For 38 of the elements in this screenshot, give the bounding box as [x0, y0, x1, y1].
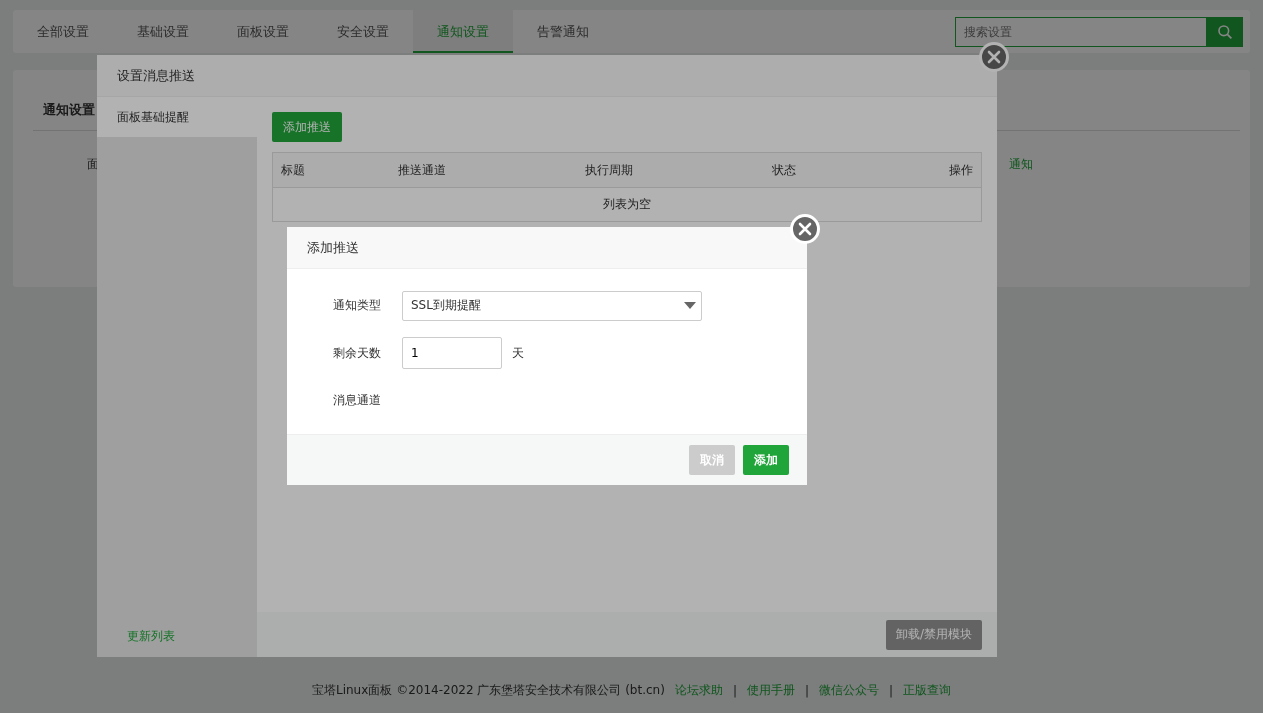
unit-label: 天 [512, 344, 524, 362]
refresh-link[interactable]: 更新列表 [97, 628, 257, 657]
footer-link[interactable]: 使用手册 [746, 682, 795, 699]
setting-link[interactable]: 通知 [1009, 156, 1033, 173]
add-push-button[interactable]: 添加推送 [272, 112, 342, 142]
settings-tab[interactable]: 面板设置 [213, 10, 313, 53]
disable-module-button[interactable]: 卸载/禁用模块 [885, 619, 982, 650]
copyright-text: 宝塔Linux面板 ©2014-2022 广东堡塔安全技术有限公司 (bt.cn) [312, 682, 665, 699]
column-header: 操作 [949, 161, 973, 179]
field-label: 剩余天数 [333, 344, 382, 362]
column-header: 标题 [281, 161, 306, 179]
days-input[interactable]: 1 [402, 337, 502, 369]
footer-link[interactable]: 正版查询 [903, 682, 951, 699]
search-field[interactable]: 搜索设置 [955, 16, 1206, 47]
separator: | [732, 683, 737, 698]
search-button[interactable] [1206, 16, 1243, 47]
settings-tab[interactable]: 通知设置 [413, 10, 513, 53]
column-header: 推送通道 [398, 161, 447, 179]
field-label: 消息通道 [333, 392, 382, 409]
settings-tab[interactable]: 安全设置 [313, 10, 413, 53]
column-header: 执行周期 [585, 161, 634, 179]
separator: | [804, 683, 809, 698]
caret-icon [684, 302, 696, 309]
column-header: 状态 [772, 161, 797, 179]
sidebar-item[interactable]: 面板基础提醒 [97, 97, 257, 137]
field-label: 通知类型 [333, 297, 382, 314]
settings-tab[interactable]: 全部设置 [13, 10, 113, 53]
search-icon [1216, 23, 1233, 40]
empty-message: 列表为空 [602, 196, 652, 213]
footer-link[interactable]: 论坛求助 [674, 682, 723, 699]
settings-tab[interactable]: 基础设置 [113, 10, 213, 53]
settings-tab[interactable]: 告警通知 [513, 10, 613, 53]
footer-link[interactable]: 微信公众号 [818, 682, 879, 699]
separator: | [888, 683, 893, 698]
add-button[interactable]: 添加 [743, 445, 789, 475]
dialog-title: 设置消息推送 [97, 55, 997, 97]
dialog-title: 添加推送 [287, 227, 807, 269]
type-dropdown[interactable]: SSL到期提醒 [402, 290, 702, 321]
